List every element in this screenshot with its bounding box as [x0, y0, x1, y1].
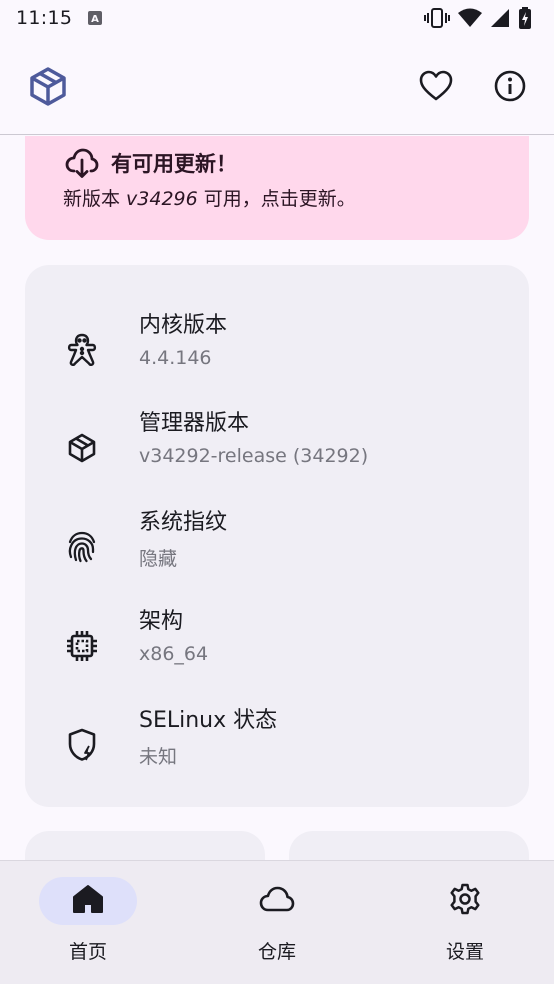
info-value: 隐藏 [139, 548, 178, 570]
info-row-manager-version: 管理器版本 v34292-release (34292) [25, 405, 529, 503]
cloud-download-icon [65, 146, 99, 180]
fingerprint-icon [65, 530, 99, 564]
info-row-selinux-status: SELinux 状态 未知 [25, 702, 529, 800]
cpu-chip-icon [65, 629, 99, 663]
info-row-system-fingerprint: 系统指纹 隐藏 [25, 504, 529, 602]
status-time: 11:15 [16, 7, 73, 29]
cube-icon [28, 66, 68, 106]
device-info-card: 内核版本 4.4.146 管理器版本 v34292-release (34292… [25, 265, 529, 807]
svg-text:A: A [91, 14, 99, 25]
notification-a-icon: A [88, 11, 103, 25]
nav-icon-holder [228, 877, 326, 925]
update-available-card[interactable]: 有可用更新！ 新版本 v34296 可用，点击更新。 [25, 136, 529, 240]
nav-label: 设置 [445, 941, 484, 963]
update-version: v34296 [126, 188, 198, 210]
wifi-icon [458, 8, 482, 28]
update-message: 新版本 v34296 可用，点击更新。 [63, 184, 356, 211]
info-circle-icon[interactable] [492, 68, 528, 104]
nav-item-repository[interactable]: 仓库 [185, 861, 369, 984]
bottom-navigation: 首页 仓库 设置 [0, 860, 554, 984]
top-app-bar [0, 36, 554, 135]
status-bar: 11:15 A [0, 0, 554, 36]
nav-item-home[interactable]: 首页 [0, 861, 180, 984]
home-icon [72, 884, 104, 918]
gingerbread-icon [65, 333, 99, 367]
nav-icon-holder [416, 877, 514, 925]
nav-label: 仓库 [257, 941, 296, 963]
nav-item-settings[interactable]: 设置 [373, 861, 554, 984]
info-value: v34292-release (34292) [139, 445, 369, 467]
update-message-prefix: 新版本 [63, 188, 127, 210]
info-label: 内核版本 [139, 313, 228, 338]
info-row-kernel-version: 内核版本 4.4.146 [25, 307, 529, 405]
feature-card-left[interactable] [25, 831, 265, 860]
info-label: 管理器版本 [139, 411, 250, 436]
info-value: 未知 [139, 746, 178, 768]
update-title: 有可用更新！ [111, 152, 237, 176]
feature-card-right[interactable] [289, 831, 529, 860]
cell-signal-icon [490, 8, 510, 28]
info-label: SELinux 状态 [139, 708, 278, 733]
cube-icon [65, 431, 99, 465]
info-label: 系统指纹 [139, 510, 228, 535]
battery-charging-icon [518, 7, 532, 29]
update-message-suffix: 可用，点击更新。 [197, 188, 356, 210]
nav-active-indicator [39, 877, 137, 925]
shield-bolt-icon [65, 728, 99, 762]
gear-icon [449, 883, 481, 919]
info-label: 架构 [139, 609, 184, 634]
nav-label: 首页 [68, 941, 107, 963]
info-row-architecture: 架构 x86_64 [25, 603, 529, 701]
vibrate-icon [424, 7, 450, 29]
info-value: x86_64 [139, 643, 209, 665]
cloud-icon [259, 886, 295, 916]
info-value: 4.4.146 [139, 347, 212, 369]
heart-outline-icon[interactable] [418, 68, 454, 104]
home-content[interactable]: 有可用更新！ 新版本 v34296 可用，点击更新。 内核版本 4.4.146 [0, 136, 554, 860]
